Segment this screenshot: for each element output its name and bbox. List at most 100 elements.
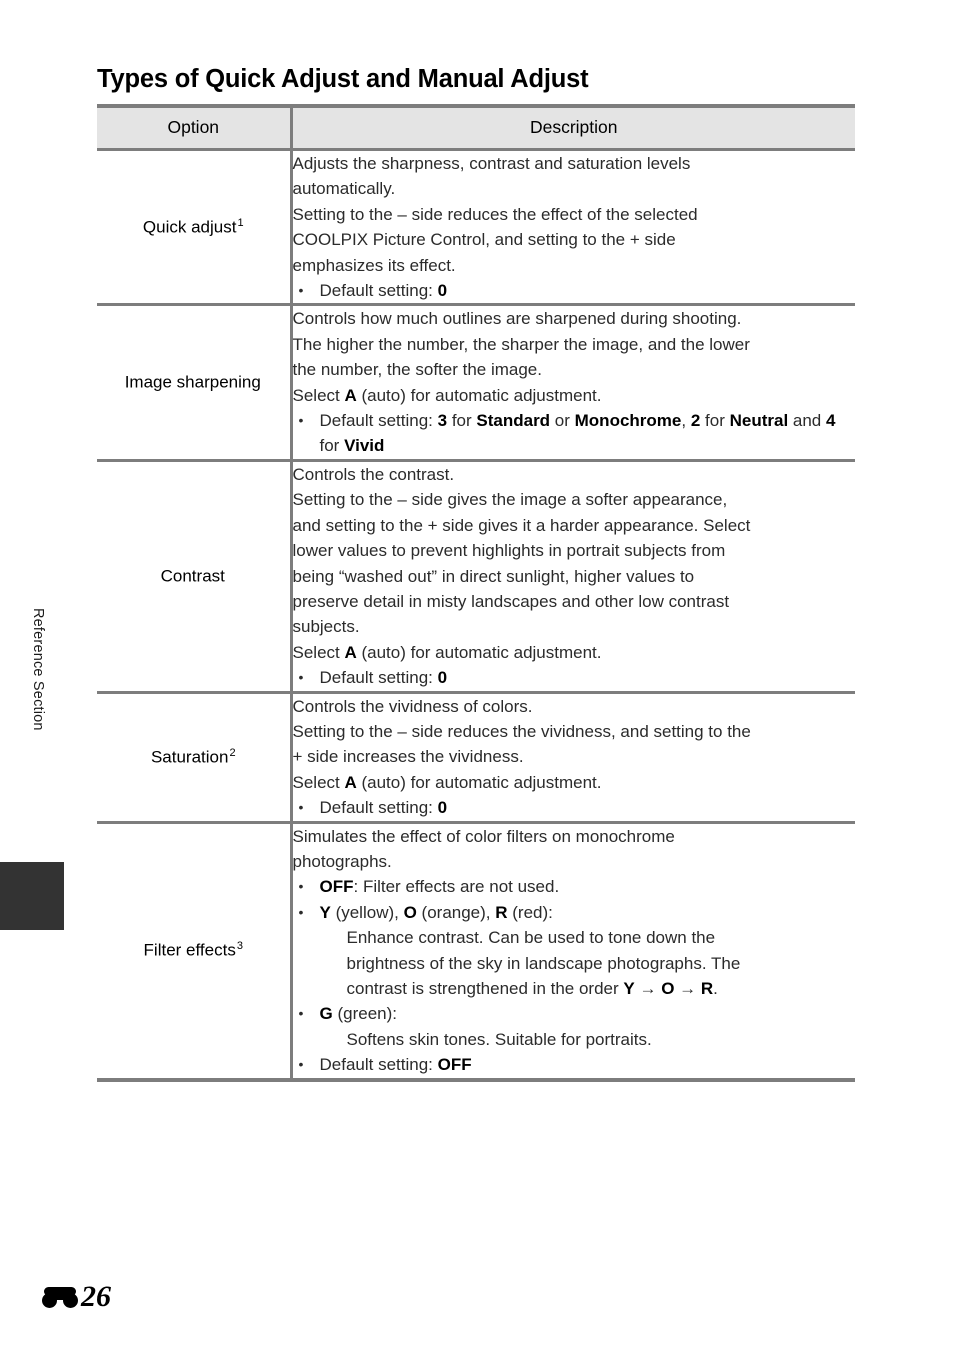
bullet-value: 0 xyxy=(437,668,448,688)
e-section-glyph-icon xyxy=(42,1286,78,1308)
bullet-list: Default setting: 0 xyxy=(293,665,856,691)
list-item: OFF: Filter effects are not used. xyxy=(293,874,856,900)
order-period: . xyxy=(713,979,718,998)
right-arrow-icon: → xyxy=(674,979,701,998)
auto-mode-letter: A xyxy=(344,385,357,405)
option-cell-quick-adjust: Quick adjust1 xyxy=(97,149,293,307)
picture-control-options-table: Option Description Quick adjust1 Adjusts… xyxy=(97,104,855,1082)
desc-line: and setting to the + side gives it a har… xyxy=(292,515,751,535)
bullet-value: 0 xyxy=(437,281,448,301)
desc-line: photographs. xyxy=(292,851,392,871)
description-cell-quick-adjust: Adjusts the sharpness, contrast and satu… xyxy=(291,149,856,307)
desc-line: automatically. xyxy=(292,179,396,199)
filter-orange: O xyxy=(403,902,417,922)
filter-green-text: (green): xyxy=(332,1004,397,1024)
bullet-list: Default setting: 3 for Standard or Monoc… xyxy=(293,408,856,459)
option-cell-saturation: Saturation2 xyxy=(97,692,293,824)
desc-line: Softens skin tones. Suitable for portrai… xyxy=(346,1029,652,1049)
right-arrow-icon: → xyxy=(634,979,662,998)
text-and: and xyxy=(788,411,826,431)
bullet-label: Default setting: xyxy=(319,798,438,818)
desc-line: the number, the softer the image. xyxy=(292,360,542,380)
bullet-list: Default setting: 0 xyxy=(293,278,856,304)
list-item: Y (yellow), O (orange), R (red): Enhance… xyxy=(293,900,856,1002)
text-for: for xyxy=(319,436,345,456)
list-item: Default setting: 0 xyxy=(293,795,856,821)
option-footnote: 3 xyxy=(236,940,243,953)
option-cell-contrast: Contrast xyxy=(97,460,293,694)
list-item: G (green): Softens skin tones. Suitable … xyxy=(293,1001,856,1052)
filter-yor-detail: Enhance contrast. Can be used to tone do… xyxy=(320,925,856,1001)
desc-line: Select A (auto) for automatic adjustment… xyxy=(293,770,856,795)
section-tab-marker xyxy=(0,862,64,930)
text-or: or xyxy=(550,411,575,431)
desc-line: contrast is strengthened in the order Y … xyxy=(347,976,856,1001)
desc-line: lower values to prevent highlights in po… xyxy=(292,541,726,561)
order-y: Y xyxy=(623,979,635,998)
option-label: Contrast xyxy=(160,566,225,586)
select-prefix: Select xyxy=(292,772,345,792)
desc-line: Controls the contrast. xyxy=(292,464,455,484)
option-footnote: 2 xyxy=(229,746,236,759)
order-r: R xyxy=(700,979,714,998)
filter-red-text: (red): xyxy=(507,902,553,922)
filter-green-detail: Softens skin tones. Suitable for portrai… xyxy=(320,1027,856,1052)
table-body: Quick adjust1 Adjusts the sharpness, con… xyxy=(97,149,856,1082)
bullet-value: 0 xyxy=(437,798,448,818)
desc-line: Simulates the effect of color filters on… xyxy=(292,826,675,846)
page-number: 26 xyxy=(81,1280,111,1313)
value-4: 4 xyxy=(825,411,836,431)
page-title: Types of Quick Adjust and Manual Adjust xyxy=(97,65,589,94)
desc-line: Setting to the – side reduces the effect… xyxy=(292,204,698,224)
filter-yellow-text: (yellow), xyxy=(330,902,404,922)
bullet-value: OFF xyxy=(437,1055,472,1075)
desc-line: + side increases the vividness. xyxy=(292,747,524,767)
desc-line: Controls the vividness of colors. xyxy=(292,696,533,716)
reference-section-label: Reference Section xyxy=(30,608,46,731)
desc-line: being “washed out” in direct sunlight, h… xyxy=(292,566,695,586)
list-item: Default setting: 0 xyxy=(293,278,856,304)
value-3: 3 xyxy=(437,411,448,431)
auto-mode-letter: A xyxy=(344,772,357,792)
bullet-list: OFF: Filter effects are not used. Y (yel… xyxy=(293,874,856,1078)
option-cell-filter-effects: Filter effects3 xyxy=(97,822,293,1082)
filter-off: OFF xyxy=(319,877,354,897)
list-item: Default setting: 0 xyxy=(293,665,856,691)
mode-vivid: Vivid xyxy=(344,436,385,456)
page-footer: 26 xyxy=(42,1282,111,1312)
filter-green: G xyxy=(319,1004,333,1024)
filter-yellow: Y xyxy=(319,902,331,922)
mode-standard: Standard xyxy=(476,411,551,431)
desc-line: Controls how much outlines are sharpened… xyxy=(292,309,742,329)
table-row: Saturation2 Controls the vividness of co… xyxy=(97,692,856,824)
desc-line: Select A (auto) for automatic adjustment… xyxy=(293,640,856,665)
select-prefix: Select xyxy=(292,642,345,662)
list-item: Default setting: 3 for Standard or Monoc… xyxy=(293,408,856,459)
list-item: Default setting: OFF xyxy=(293,1052,856,1078)
filter-red: R xyxy=(495,902,508,922)
desc-line: Adjusts the sharpness, contrast and satu… xyxy=(292,154,691,173)
description-cell-filter-effects: Simulates the effect of color filters on… xyxy=(291,822,856,1082)
description-cell-contrast: Controls the contrast. Setting to the – … xyxy=(291,460,856,694)
desc-line: Select A (auto) for automatic adjustment… xyxy=(293,383,856,408)
table-row: Filter effects3 Simulates the effect of … xyxy=(97,822,856,1082)
value-2: 2 xyxy=(690,411,701,431)
desc-line: COOLPIX Picture Control, and setting to … xyxy=(292,230,676,250)
bullet-list: Default setting: 0 xyxy=(293,795,856,821)
option-label: Saturation xyxy=(150,747,229,767)
order-o: O xyxy=(661,979,675,998)
option-footnote: 1 xyxy=(237,216,244,229)
option-label: Image sharpening xyxy=(124,372,261,392)
table-row: Image sharpening Controls how much outli… xyxy=(97,304,856,462)
table-header: Option Description xyxy=(97,104,855,151)
select-suffix: (auto) for automatic adjustment. xyxy=(356,772,602,792)
mode-monochrome: Monochrome xyxy=(574,411,682,431)
desc-line: The higher the number, the sharper the i… xyxy=(292,334,750,354)
desc-line: emphasizes its effect. xyxy=(292,255,456,275)
desc-line: brightness of the sky in landscape photo… xyxy=(346,953,741,973)
option-label: Filter effects xyxy=(143,940,236,960)
desc-line: Setting to the – side reduces the vividn… xyxy=(292,721,751,741)
select-suffix: (auto) for automatic adjustment. xyxy=(356,642,602,662)
bullet-label: Default setting: xyxy=(319,668,438,688)
table-header-row: Option Description xyxy=(97,104,855,151)
